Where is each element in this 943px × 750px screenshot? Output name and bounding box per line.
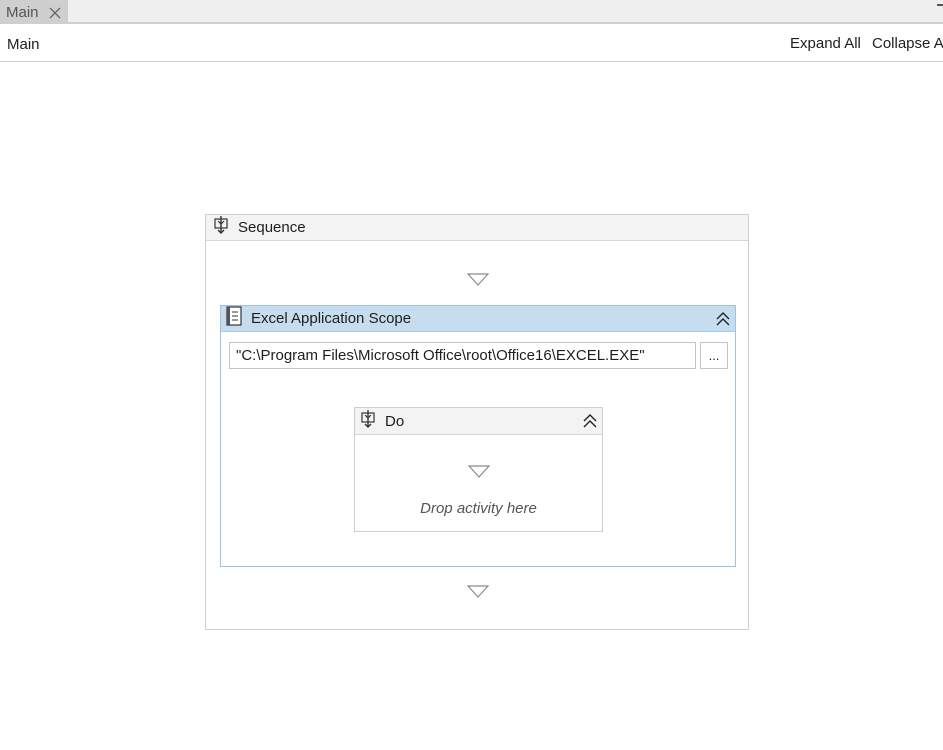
drop-target-arrow-icon[interactable] xyxy=(467,465,491,479)
sequence-icon xyxy=(212,215,230,240)
expand-all-button[interactable]: Expand All xyxy=(790,35,861,52)
excel-scope-header[interactable]: Excel Application Scope xyxy=(221,306,735,332)
excel-application-scope[interactable]: Excel Application Scope ... xyxy=(220,305,736,567)
breadcrumb[interactable]: Main xyxy=(7,36,40,53)
do-title: Do xyxy=(385,412,405,430)
sequence-activity[interactable]: Sequence Excel Application Scope "C:\Pro… xyxy=(205,214,749,630)
collapse-chevron-icon[interactable] xyxy=(582,413,598,429)
tab-strip: Main xyxy=(0,0,943,24)
sequence-header[interactable]: Sequence xyxy=(206,215,748,241)
do-header[interactable]: Do xyxy=(355,408,602,435)
do-sequence[interactable]: Do Drop activity here xyxy=(354,407,603,532)
drop-activity-hint: Drop activity here xyxy=(420,500,537,517)
browse-button[interactable]: ... xyxy=(700,342,728,369)
excel-scope-title: Excel Application Scope xyxy=(251,310,412,327)
designer-toolbar: Main Expand All Collapse All xyxy=(0,26,943,62)
sequence-title: Sequence xyxy=(238,219,306,236)
tab-main-label: Main xyxy=(6,3,39,21)
tab-overflow-icon[interactable] xyxy=(937,4,943,6)
drop-target-arrow-icon[interactable] xyxy=(466,585,490,599)
tab-main[interactable]: Main xyxy=(0,0,68,24)
workbook-path-input[interactable] xyxy=(229,342,696,369)
designer-canvas[interactable]: Sequence Excel Application Scope "C:\Pro… xyxy=(0,62,943,750)
collapse-all-button[interactable]: Collapse All xyxy=(872,35,943,52)
collapse-chevron-icon[interactable] xyxy=(715,311,731,327)
sequence-icon xyxy=(359,409,377,434)
close-icon[interactable] xyxy=(49,6,61,19)
drop-target-arrow-icon[interactable] xyxy=(466,273,490,287)
excel-workbook-icon xyxy=(225,306,243,331)
